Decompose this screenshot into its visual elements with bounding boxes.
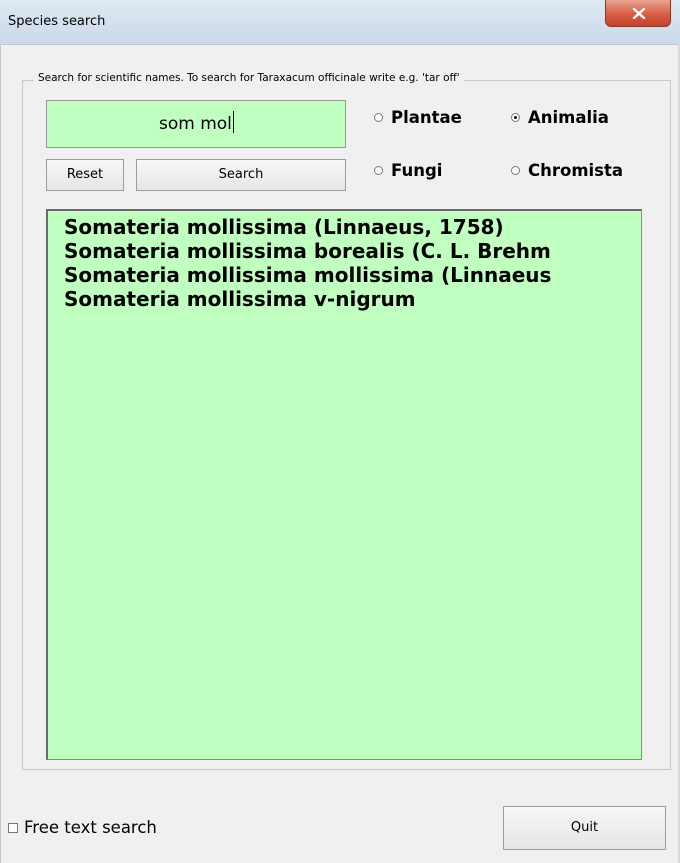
search-input[interactable]: som mol: [46, 100, 346, 148]
window-title: Species search: [8, 14, 106, 29]
radio-animalia-label: Animalia: [528, 108, 609, 127]
text-caret: [232, 111, 234, 133]
radio-plantae[interactable]: Plantae: [374, 108, 462, 127]
radio-unchecked-icon: [374, 166, 383, 175]
reset-button[interactable]: Reset: [46, 159, 124, 191]
free-text-search-label: Free text search: [24, 818, 157, 837]
radio-animalia[interactable]: Animalia: [511, 108, 609, 127]
close-button[interactable]: [605, 0, 671, 27]
search-button[interactable]: Search: [136, 159, 346, 191]
result-item[interactable]: Somateria mollissima mollissima (Linnaeu…: [64, 263, 641, 287]
radio-chromista-label: Chromista: [528, 161, 624, 180]
radio-unchecked-icon: [511, 166, 520, 175]
species-search-dialog: Species search Search for scientific nam…: [0, 0, 680, 863]
result-item[interactable]: Somateria mollissima (Linnaeus, 1758): [64, 215, 641, 239]
result-item[interactable]: Somateria mollissima borealis (C. L. Bre…: [64, 239, 641, 263]
radio-plantae-label: Plantae: [391, 108, 462, 127]
results-list[interactable]: Somateria mollissima (Linnaeus, 1758) So…: [46, 209, 642, 760]
window-left-border: [0, 44, 1, 863]
radio-unchecked-icon: [374, 113, 383, 122]
radio-fungi[interactable]: Fungi: [374, 161, 442, 180]
search-input-value: som mol: [159, 114, 232, 134]
radio-fungi-label: Fungi: [391, 161, 443, 180]
free-text-search-checkbox[interactable]: Free text search: [8, 818, 157, 837]
quit-button[interactable]: Quit: [503, 806, 666, 850]
radio-checked-icon: [511, 113, 520, 122]
search-instructions: Search for scientific names. To search f…: [34, 72, 464, 84]
close-icon: [632, 8, 646, 19]
result-item[interactable]: Somateria mollissima v-nigrum: [64, 287, 641, 311]
radio-chromista[interactable]: Chromista: [511, 161, 623, 180]
checkbox-unchecked-icon: [8, 822, 18, 833]
title-bar: Species search: [0, 0, 680, 45]
